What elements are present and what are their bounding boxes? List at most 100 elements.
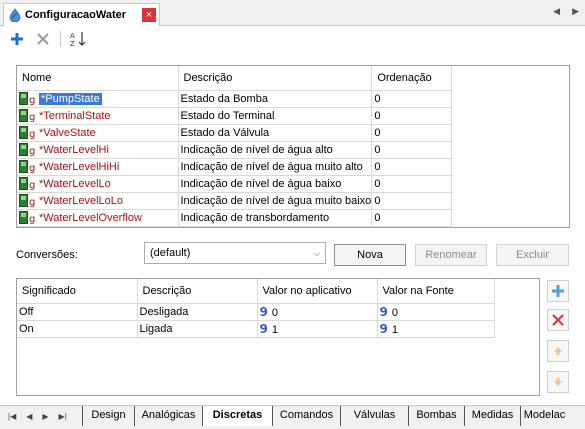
rename-conversion-button[interactable]: Renomear bbox=[415, 244, 487, 266]
table-row[interactable]: g *PumpState Estado da Bomba 0 bbox=[17, 90, 453, 108]
app-value-cell[interactable]: 91 bbox=[257, 320, 378, 338]
next-sheet-icon[interactable]: ▶ bbox=[42, 412, 48, 421]
tag-cell-content: g *WaterLevelOverflow bbox=[19, 211, 177, 225]
arrow-down-icon bbox=[554, 378, 562, 386]
tag-order-cell[interactable]: 0 bbox=[371, 90, 453, 108]
sheet-tab-design[interactable]: Design bbox=[82, 406, 134, 426]
table-row[interactable]: g *WaterLevelHiHi Indicação de nível de ág… bbox=[17, 158, 453, 176]
tag-description-cell[interactable]: Indicação de nível de água muito alto bbox=[178, 158, 373, 176]
tag-order-cell[interactable]: 0 bbox=[371, 192, 453, 210]
sheet-navigation: |◀ ◀ ▶ ▶| bbox=[8, 412, 67, 421]
svg-text:g: g bbox=[29, 146, 35, 156]
numeric-icon: 9 bbox=[259, 321, 268, 336]
move-down-button[interactable] bbox=[547, 371, 569, 393]
app-value-cell[interactable]: 90 bbox=[257, 303, 378, 321]
sheet-tab-bombas[interactable]: Bombas bbox=[408, 406, 464, 426]
delete-conversion-button[interactable]: Excluir bbox=[496, 244, 569, 266]
delete-button[interactable] bbox=[34, 30, 52, 48]
tag-description-cell[interactable]: Indicação de nível de água baixo bbox=[178, 175, 373, 193]
discrete-tag-icon: g bbox=[19, 177, 37, 191]
svg-text:A: A bbox=[70, 32, 75, 40]
table-row[interactable]: g *TerminalState Estado do Terminal 0 bbox=[17, 107, 453, 125]
numeric-icon: 9 bbox=[379, 321, 388, 336]
sheet-tab-comandos[interactable]: Comandos bbox=[272, 406, 340, 426]
svg-text:g: g bbox=[29, 163, 35, 173]
tag-name-cell[interactable]: g *PumpState bbox=[17, 90, 179, 108]
tag-name-cell[interactable]: g *TerminalState bbox=[17, 107, 179, 125]
tag-description-cell[interactable]: Indicação de transbordamento bbox=[178, 209, 373, 227]
previous-sheet-icon[interactable]: ◀ bbox=[26, 412, 32, 421]
column-header-app-value[interactable]: Valor no aplicativo bbox=[257, 279, 378, 304]
tag-order-cell[interactable]: 0 bbox=[371, 124, 453, 142]
arrow-up-icon bbox=[554, 347, 562, 355]
source-value-cell[interactable]: 90 bbox=[377, 303, 495, 321]
sheet-tab-discretas[interactable]: Discretas bbox=[202, 406, 272, 426]
conversion-select[interactable]: (default) ⌵ bbox=[144, 242, 326, 264]
meaning-cell[interactable]: On bbox=[17, 320, 138, 338]
tag-order-cell[interactable]: 0 bbox=[371, 141, 453, 159]
new-conversion-button[interactable]: Nova bbox=[334, 244, 406, 266]
sheet-tab-válvulas[interactable]: Válvulas bbox=[340, 406, 408, 426]
add-row-button[interactable] bbox=[547, 280, 569, 302]
tag-name-cell[interactable]: g *WaterLevelHiHi bbox=[17, 158, 179, 176]
tag-description-cell[interactable]: Estado do Terminal bbox=[178, 107, 373, 125]
column-header-source-value[interactable]: Valor na Fonte bbox=[377, 279, 495, 304]
table-row[interactable]: g *WaterLevelLo Indicação de nível de água… bbox=[17, 175, 453, 193]
column-header-description[interactable]: Descrição bbox=[178, 66, 373, 91]
sheet-tab-medidas[interactable]: Medidas bbox=[464, 406, 520, 426]
plus-icon bbox=[11, 32, 23, 45]
tag-description-cell[interactable]: Estado da Válvula bbox=[178, 124, 373, 142]
tag-description-cell[interactable]: Indicação de nível de água muito baixo bbox=[178, 192, 373, 210]
document-tab[interactable]: ConfiguracaoWater × bbox=[3, 3, 160, 26]
last-sheet-icon[interactable]: ▶| bbox=[59, 412, 67, 421]
discrete-tag-icon: g bbox=[19, 143, 37, 157]
source-value-cell[interactable]: 91 bbox=[377, 320, 495, 338]
table-row[interactable]: g *WaterLevelLoLo Indicação de nível de ág… bbox=[17, 192, 453, 210]
tag-order-cell[interactable]: 0 bbox=[371, 175, 453, 193]
conversion-description-cell[interactable]: Desligada bbox=[137, 303, 258, 321]
discrete-tag-icon: g bbox=[19, 109, 37, 123]
source-value: 0 bbox=[391, 306, 398, 319]
main-panel: Nome Descrição Ordenação g *PumpState Esta… bbox=[0, 51, 585, 405]
svg-text:Z: Z bbox=[70, 40, 75, 48]
meaning-cell[interactable]: Off bbox=[17, 303, 138, 321]
sheet-tab-analógicas[interactable]: Analógicas bbox=[134, 406, 202, 426]
sort-az-button[interactable]: A Z bbox=[69, 30, 87, 48]
move-up-button[interactable] bbox=[547, 340, 569, 362]
chevron-down-icon: ⌵ bbox=[313, 248, 320, 258]
tag-order-cell[interactable]: 0 bbox=[371, 107, 453, 125]
scroll-left-icon[interactable]: ◀ bbox=[553, 6, 560, 17]
tag-description-cell[interactable]: Indicação de nível de água alto bbox=[178, 141, 373, 159]
column-header-meaning[interactable]: Significado bbox=[17, 279, 138, 304]
tag-order-cell[interactable]: 0 bbox=[371, 209, 453, 227]
first-sheet-icon[interactable]: |◀ bbox=[8, 412, 16, 421]
tag-cell-content: g *WaterLevelLo bbox=[19, 177, 177, 191]
add-button[interactable] bbox=[8, 30, 26, 48]
remove-row-button[interactable] bbox=[547, 309, 569, 331]
tag-name-cell[interactable]: g *WaterLevelHi bbox=[17, 141, 179, 159]
close-tab-button[interactable]: × bbox=[142, 8, 156, 22]
conversion-description-cell[interactable]: Ligada bbox=[137, 320, 258, 338]
column-header-name[interactable]: Nome bbox=[17, 66, 179, 91]
tag-name-cell[interactable]: g *ValveState bbox=[17, 124, 179, 142]
discrete-tag-icon: g bbox=[19, 126, 37, 140]
close-icon bbox=[37, 32, 49, 45]
tag-cell-content: g *WaterLevelHiHi bbox=[19, 160, 177, 174]
tag-description-cell[interactable]: Estado da Bomba bbox=[178, 90, 373, 108]
sheet-tab-modelac[interactable]: Modelac bbox=[520, 406, 568, 426]
tag-order-cell[interactable]: 0 bbox=[371, 158, 453, 176]
table-row[interactable]: On Ligada 9 1 9 1 bbox=[17, 320, 495, 338]
tag-name-cell[interactable]: g *WaterLevelOverflow bbox=[17, 209, 179, 227]
table-row[interactable]: g *WaterLevelHi Indicação de nível de água… bbox=[17, 141, 453, 159]
table-row[interactable]: g *ValveState Estado da Válvula 0 bbox=[17, 124, 453, 142]
scroll-right-icon[interactable]: ▶ bbox=[572, 6, 579, 17]
tag-name-cell[interactable]: g *WaterLevelLo bbox=[17, 175, 179, 193]
tag-name-cell[interactable]: g *WaterLevelLoLo bbox=[17, 192, 179, 210]
column-header-conversion-description[interactable]: Descrição bbox=[137, 279, 258, 304]
tag-name: *TerminalState bbox=[39, 109, 111, 122]
numeric-icon: 9 bbox=[379, 304, 388, 319]
column-header-order[interactable]: Ordenação bbox=[371, 66, 453, 91]
table-row[interactable]: g *WaterLevelOverflow Indicação de transbo… bbox=[17, 209, 453, 227]
table-row[interactable]: Off Desligada 9 0 9 0 bbox=[17, 303, 495, 321]
tag-name: *WaterLevelHi bbox=[39, 143, 109, 156]
